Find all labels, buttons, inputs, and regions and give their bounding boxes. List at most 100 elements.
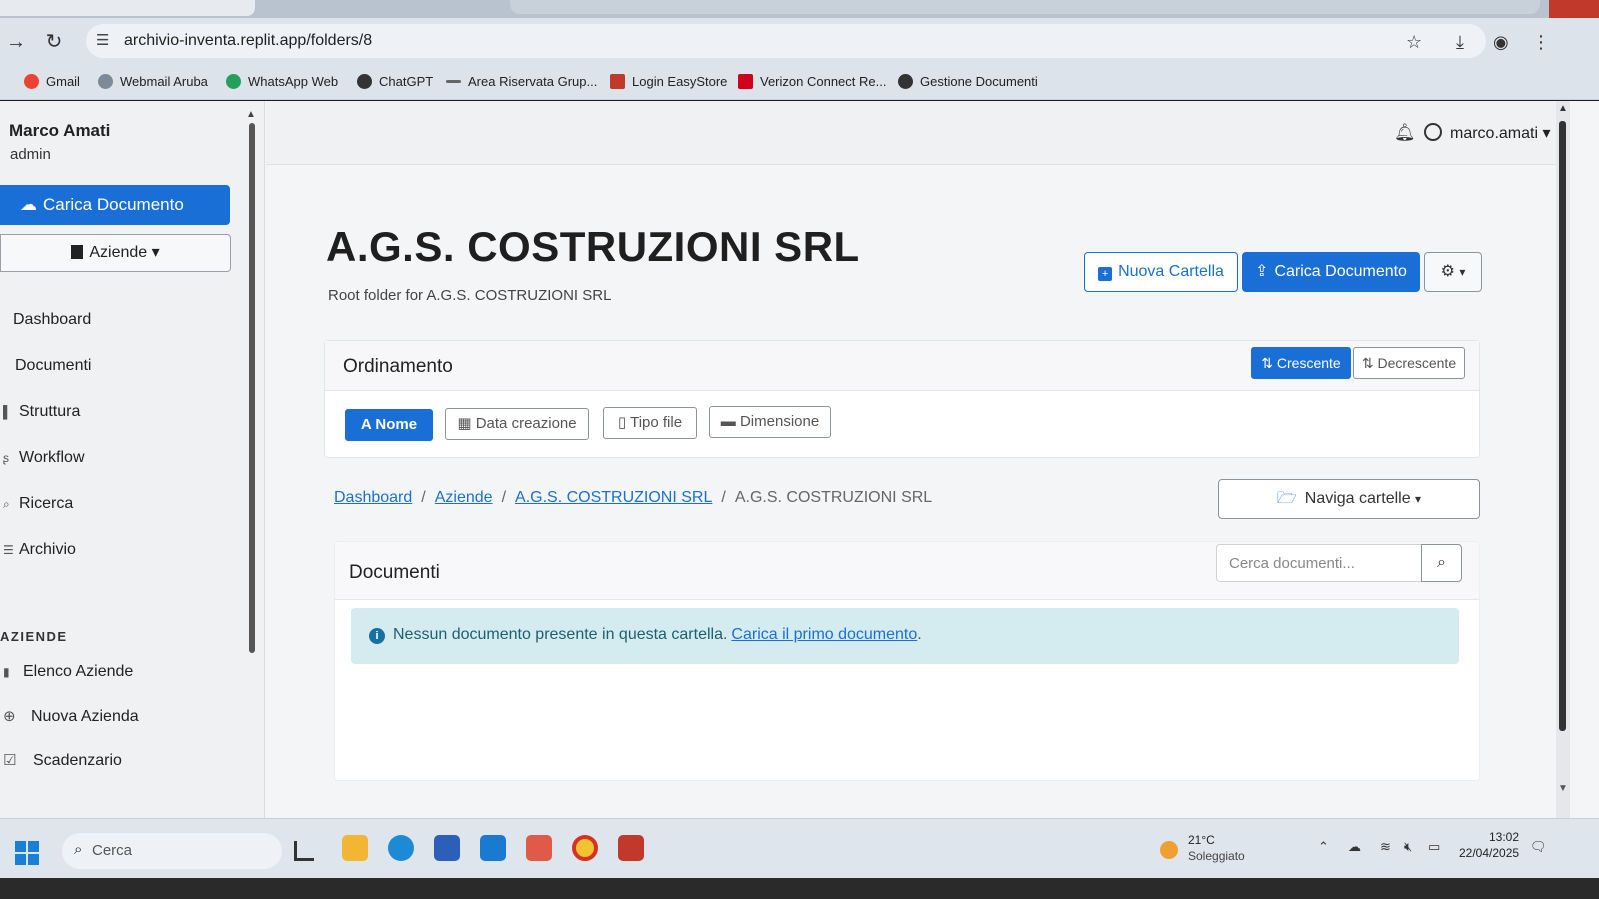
bookmark-verizon[interactable]: Verizon Connect Re... (738, 74, 886, 89)
browser-tab[interactable] (510, 0, 1540, 14)
upload-document-label: Carica Documento (1274, 263, 1407, 280)
sorting-card-header: Ordinamento ⇅ Crescente ⇅ Decrescente (325, 341, 1479, 391)
caret-down-icon: ▾ (151, 244, 160, 261)
bookmark-chatgpt[interactable]: ChatGPT (357, 74, 433, 89)
font-icon: A (360, 416, 372, 433)
sidebar-upload-button[interactable]: ☁ Carica Documento (0, 185, 230, 225)
sidebar-item-ricerca[interactable]: ⌕ Ricerca (3, 495, 73, 513)
page-scrollbar[interactable]: ▲ ▼ (1556, 101, 1570, 818)
empty-folder-message: Nessun documento presente in questa cart… (393, 626, 922, 644)
window-close-button[interactable] (1549, 0, 1599, 18)
app-icon[interactable] (526, 835, 552, 861)
upload-first-document-link[interactable]: Carica il primo documento (731, 626, 917, 643)
profile-icon[interactable]: ◉ (1493, 32, 1509, 53)
documents-title: Documenti (349, 562, 440, 583)
bookmark-star-icon[interactable]: ☆ (1406, 32, 1422, 53)
edge-icon[interactable] (388, 835, 414, 861)
bookmark-area-riservata[interactable]: Area Riservata Grup... (446, 74, 597, 89)
forward-icon[interactable]: → (4, 30, 28, 54)
browser-tab-active[interactable] (0, 0, 255, 16)
task-view-icon[interactable] (294, 841, 314, 861)
google-icon (24, 74, 39, 89)
upload-document-button[interactable]: ⇪ Carica Documento (1242, 252, 1420, 292)
sidebar-item-workflow[interactable]: ʂ Workflow (3, 449, 85, 467)
bookmark-easystore[interactable]: Login EasyStore (610, 74, 727, 89)
sidebar-item-archivio[interactable]: ☰ Archivio (3, 541, 76, 559)
sidebar: Marco Amati admin ☁ Carica Documento Azie… (0, 101, 278, 820)
search-input[interactable] (1216, 544, 1422, 582)
sidebar-item-nuova-azienda[interactable]: ⊕ Nuova Azienda (3, 707, 139, 726)
browser-menu-icon[interactable]: ⋮ (1532, 32, 1550, 53)
scroll-up-icon[interactable]: ▲ (1558, 103, 1568, 114)
sort-field-label: Nome (375, 416, 418, 433)
volume-muted-icon[interactable]: 🔇︎ (1404, 839, 1412, 855)
sort-descending-button[interactable]: ⇅ Decrescente (1353, 347, 1465, 379)
store-icon[interactable] (434, 835, 460, 861)
sidebar-scrollbar[interactable]: ▲ ▼ (246, 109, 278, 820)
sort-field-tipo-file[interactable]: ▯ Tipo file (603, 407, 697, 439)
sidebar-item-dashboard[interactable]: Dashboard (13, 311, 91, 329)
sidebar-item-label: Workflow (19, 449, 85, 466)
bookmark-whatsapp[interactable]: WhatsApp Web (226, 74, 338, 89)
search-icon: ⌕ (1437, 554, 1446, 571)
sidebar-item-label: Nuova Azienda (31, 708, 139, 725)
aziende-dropdown[interactable]: Aziende ▾ (0, 234, 231, 272)
sort-field-dimensione[interactable]: ▬ Dimensione (709, 406, 831, 438)
chrome-icon[interactable] (572, 835, 598, 861)
chevron-up-icon[interactable]: ⌃ (1318, 839, 1329, 855)
bookmark-gestione-documenti[interactable]: Gestione Documenti (898, 74, 1038, 89)
breadcrumb-company[interactable]: A.G.S. COSTRUZIONI SRL (515, 489, 712, 506)
clock-time[interactable]: 13:02 (1489, 830, 1519, 844)
reload-icon[interactable]: ↻ (42, 30, 66, 54)
main-content: 🔔︎ marco.amati ▾ A.G.S. COSTRUZIONI SRL … (266, 101, 1556, 818)
chatgpt-icon (357, 74, 372, 89)
bell-icon[interactable]: 🔔︎ (1394, 123, 1416, 143)
settings-dropdown-button[interactable]: ⚙ ▾ (1424, 252, 1482, 292)
scroll-down-icon[interactable]: ▼ (1558, 783, 1568, 794)
wifi-icon[interactable]: ≋ (1380, 839, 1391, 855)
outlook-icon[interactable] (480, 835, 506, 861)
navigate-folders-label: Naviga cartelle (1304, 490, 1411, 507)
windows-start-icon[interactable] (15, 841, 39, 865)
bookmark-label: Gestione Documenti (920, 74, 1038, 89)
aruba-icon (98, 74, 113, 89)
navigate-folders-dropdown[interactable]: 🗁︎ Naviga cartelle ▾ (1218, 479, 1480, 519)
sort-field-data-creazione[interactable]: ▦ Data creazione (445, 408, 589, 440)
screen-bezel (0, 878, 1599, 899)
url-text[interactable]: archivio-inventa.replit.app/folders/8 (124, 32, 372, 50)
sort-field-nome[interactable]: A Nome (345, 409, 433, 441)
scrollbar-thumb[interactable] (249, 123, 255, 653)
scroll-up-icon[interactable]: ▲ (246, 109, 256, 120)
workflow-icon: ʂ (3, 451, 9, 465)
bookmark-webmail-aruba[interactable]: Webmail Aruba (98, 74, 208, 89)
file-explorer-icon[interactable] (342, 835, 368, 861)
scrollbar-thumb[interactable] (1559, 121, 1566, 731)
battery-icon[interactable]: ▭ (1428, 839, 1440, 855)
plus-circle-icon: ⊕ (3, 708, 16, 725)
sort-ascending-button[interactable]: ⇅ Crescente (1251, 347, 1351, 379)
notification-icon[interactable]: 🗨︎ (1530, 839, 1547, 855)
sidebar-item-struttura[interactable]: ▌ Struttura (3, 403, 80, 421)
site-settings-icon[interactable]: ☰ (96, 31, 109, 49)
bookmarks-bar: Gmail Webmail Aruba WhatsApp Web ChatGPT… (0, 66, 1599, 100)
weather-temperature[interactable]: 21°C (1188, 833, 1215, 847)
caret-down-icon: ▾ (1415, 492, 1422, 506)
taskbar-search[interactable]: ⌕ Cerca (62, 833, 282, 869)
bookmark-gmail[interactable]: Gmail (24, 74, 80, 89)
breadcrumb-separator: / (501, 489, 507, 506)
acrobat-icon[interactable] (618, 835, 644, 861)
download-icon[interactable]: ⤓ (1456, 32, 1464, 53)
address-bar[interactable]: ☰ archivio-inventa.replit.app/folders/8 (86, 24, 1486, 58)
clock-date[interactable]: 22/04/2025 (1459, 846, 1519, 860)
breadcrumb-aziende[interactable]: Aziende (435, 489, 493, 506)
search-button[interactable]: ⌕ (1421, 544, 1462, 582)
sidebar-item-scadenzario[interactable]: ☑ Scadenzario (3, 751, 122, 770)
user-menu[interactable]: marco.amati ▾ (1424, 123, 1551, 143)
bookmark-label: Area Riservata Grup... (468, 74, 598, 89)
breadcrumb-dashboard[interactable]: Dashboard (334, 489, 412, 506)
cloud-off-icon[interactable]: ☁ (1348, 839, 1361, 855)
weather-description[interactable]: Soleggiato (1188, 849, 1245, 863)
new-folder-button[interactable]: + Nuova Cartella (1084, 252, 1238, 292)
sidebar-item-elenco-aziende[interactable]: ▮ Elenco Aziende (3, 663, 133, 681)
sidebar-item-documenti[interactable]: Documenti (15, 357, 91, 375)
